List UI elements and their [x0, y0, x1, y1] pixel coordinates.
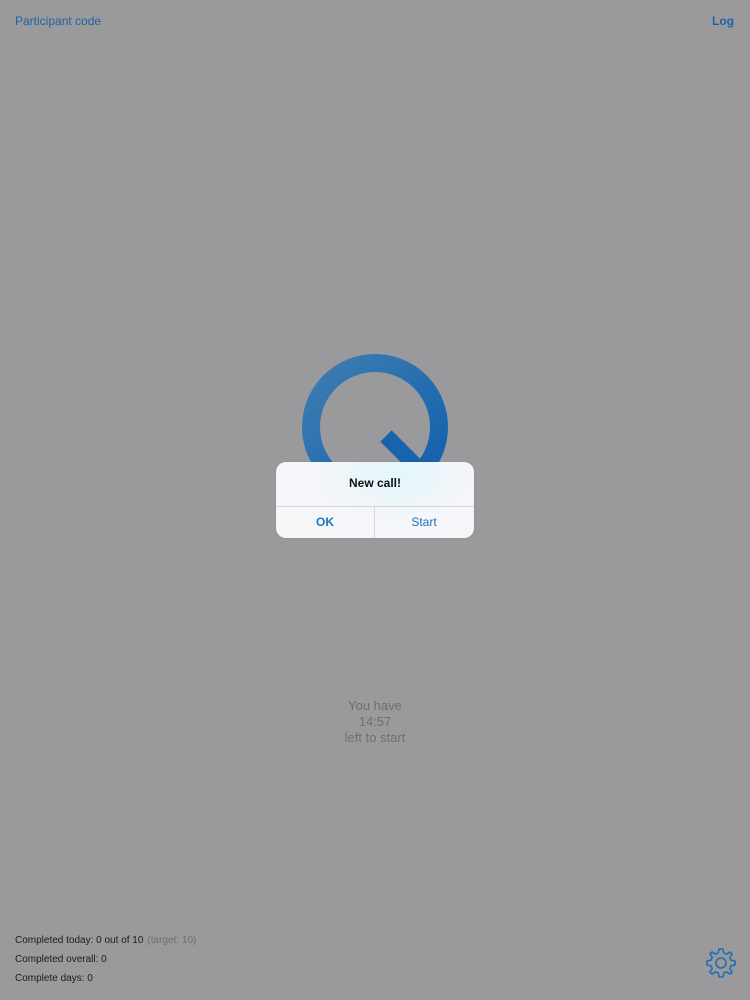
log-link[interactable]: Log: [712, 14, 734, 28]
start-button[interactable]: Start: [375, 507, 473, 538]
alert-title: New call!: [348, 476, 402, 490]
complete-days-text: Complete days: 0: [15, 973, 93, 984]
gear-icon[interactable]: [705, 947, 737, 979]
completed-today-text: Completed today: 0 out of 10: [15, 935, 144, 946]
completed-today-row: Completed today: 0 out of 10 (target: 10): [15, 931, 196, 950]
stats-panel: Completed today: 0 out of 10 (target: 10)…: [15, 931, 196, 988]
target-text: (target: 10): [147, 935, 197, 946]
main-screen: Participant code Log You have 14:57 left…: [0, 0, 750, 1000]
countdown-line3: left to start: [344, 730, 406, 745]
countdown-text: You have 14:57 left to start: [0, 698, 750, 746]
new-call-alert: New call! OK Start: [276, 462, 474, 538]
countdown-time: 14:57: [358, 714, 392, 729]
completed-overall-text: Completed overall: 0: [15, 954, 107, 965]
countdown-line1: You have: [348, 698, 402, 713]
ok-button[interactable]: OK: [276, 507, 374, 538]
participant-code-link[interactable]: Participant code: [15, 14, 101, 28]
